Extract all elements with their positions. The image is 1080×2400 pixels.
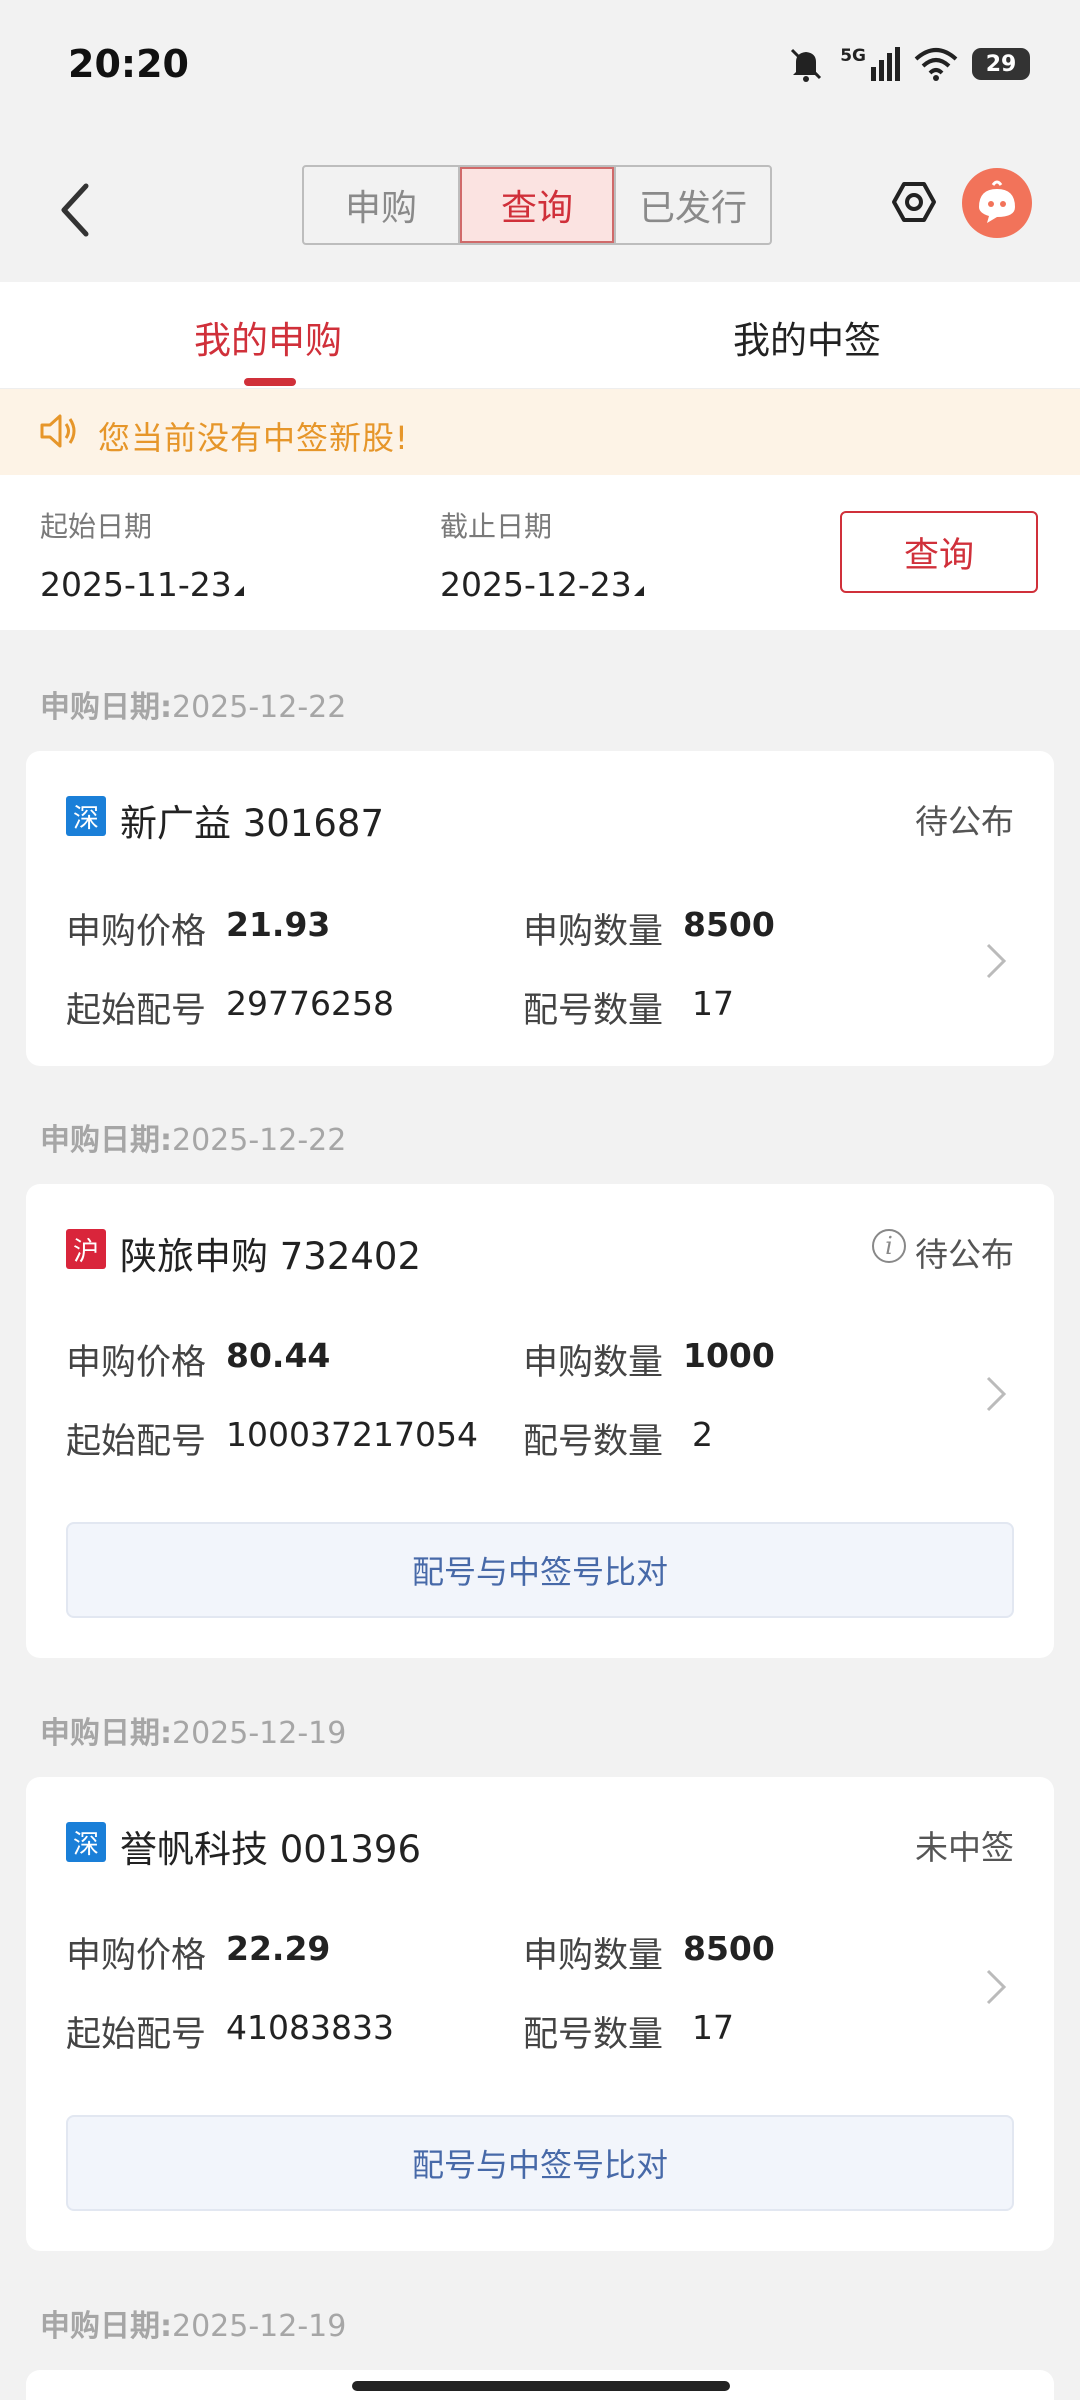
count-value: 17 — [692, 984, 734, 1023]
count-label: 配号数量 — [523, 2015, 664, 2055]
network-5g-icon: 5G — [840, 46, 866, 66]
segment-issued[interactable]: 已发行 — [616, 167, 770, 243]
mascot-icon — [979, 180, 1015, 223]
section-date-header: 申购日期:2025-12-22 — [40, 1115, 346, 1159]
chevron-right-icon[interactable] — [984, 1374, 1008, 1414]
notice-banner: 您当前没有中签新股! — [0, 389, 1080, 475]
app-header: 申购 查询 已发行 — [0, 140, 1080, 282]
start-date-value: 2025-11-23 — [40, 565, 232, 604]
price-value: 80.44 — [226, 1336, 331, 1375]
section-date-value: 2025-12-22 — [172, 690, 347, 725]
mute-bell-icon — [791, 48, 822, 82]
price-value: 22.29 — [226, 1929, 331, 1968]
qty-label: 申购数量 — [523, 912, 664, 952]
count-value: 2 — [692, 1415, 713, 1454]
start-no-value: 41083833 — [226, 2008, 394, 2047]
dropdown-corner-icon — [633, 586, 644, 596]
speaker-icon — [40, 414, 76, 448]
start-date-label: 起始日期 — [40, 510, 153, 543]
end-date-picker[interactable]: 2025-12-23 — [440, 565, 644, 604]
market-badge: 沪 — [66, 1229, 106, 1269]
subscription-card[interactable]: 深 誉帆科技 001396 未中签 申购价格 22.29 申购数量 8500 起… — [26, 1777, 1054, 2251]
chevron-right-icon[interactable] — [984, 941, 1008, 981]
status-text: 未中签 — [915, 1828, 1014, 1867]
compare-numbers-button[interactable]: 配号与中签号比对 — [66, 1522, 1014, 1618]
section-date-label: 申购日期: — [40, 1716, 172, 1751]
stock-name: 新广益 301687 — [120, 802, 385, 845]
battery-icon: 29 — [972, 48, 1030, 80]
section-date-value: 2025-12-22 — [172, 1123, 347, 1158]
end-date-value: 2025-12-23 — [440, 565, 632, 604]
section-date-label: 申购日期: — [40, 2309, 172, 2344]
tab-indicator — [244, 378, 296, 386]
section-date-header: 申购日期:2025-12-19 — [40, 2301, 346, 2345]
subscription-card[interactable]: 深 新广益 301687 待公布 申购价格 21.93 申购数量 8500 起始… — [26, 751, 1054, 1066]
subscription-card[interactable]: 沪 陕旅申购 732402 i 待公布 申购价格 80.44 申购数量 1000… — [26, 1184, 1054, 1658]
qty-value: 1000 — [683, 1336, 775, 1375]
section-date-label: 申购日期: — [40, 1123, 172, 1158]
dropdown-corner-icon — [233, 586, 244, 596]
status-text: 待公布 — [915, 1235, 1014, 1274]
count-label: 配号数量 — [523, 991, 664, 1031]
start-date-picker[interactable]: 2025-11-23 — [40, 565, 244, 604]
start-no-value: 29776258 — [226, 984, 394, 1023]
status-text: 待公布 — [915, 802, 1014, 841]
wifi-icon — [914, 48, 958, 81]
start-no-value: 100037217054 — [226, 1415, 478, 1454]
stock-name: 陕旅申购 732402 — [120, 1235, 422, 1278]
segment-query[interactable]: 查询 — [460, 167, 616, 243]
status-bar: 20:20 5G 29 — [0, 0, 1080, 140]
count-label: 配号数量 — [523, 1422, 664, 1462]
qty-label: 申购数量 — [523, 1343, 664, 1383]
qty-value: 8500 — [683, 1929, 775, 1968]
query-button[interactable]: 查询 — [840, 511, 1038, 593]
start-no-label: 起始配号 — [66, 1422, 207, 1462]
tab-my-subscription[interactable]: 我的申购 — [194, 310, 342, 364]
market-badge: 深 — [66, 1822, 106, 1862]
avatar[interactable] — [962, 168, 1032, 238]
home-indicator[interactable] — [352, 2381, 730, 2391]
tab-my-winning[interactable]: 我的中签 — [733, 310, 881, 364]
price-value: 21.93 — [226, 905, 331, 944]
compare-numbers-button[interactable]: 配号与中签号比对 — [66, 2115, 1014, 2211]
chevron-right-icon[interactable] — [984, 1967, 1008, 2007]
tab-bar: 我的申购 我的中签 — [0, 282, 1080, 389]
status-icons: 5G 29 — [786, 44, 1030, 84]
count-value: 17 — [692, 2008, 734, 2047]
section-date-value: 2025-12-19 — [172, 1716, 347, 1751]
start-no-label: 起始配号 — [66, 991, 207, 1031]
settings-icon[interactable] — [890, 178, 938, 226]
section-date-header: 申购日期:2025-12-22 — [40, 682, 346, 726]
qty-value: 8500 — [683, 905, 775, 944]
date-query-panel: 起始日期 2025-11-23 截止日期 2025-12-23 查询 — [0, 475, 1080, 630]
section-date-label: 申购日期: — [40, 690, 172, 725]
price-label: 申购价格 — [66, 1936, 207, 1976]
stock-name: 誉帆科技 001396 — [120, 1828, 422, 1871]
price-label: 申购价格 — [66, 912, 207, 952]
signal-icon — [871, 47, 900, 81]
info-icon[interactable]: i — [872, 1229, 906, 1263]
market-badge: 深 — [66, 796, 106, 836]
notice-text: 您当前没有中签新股! — [98, 419, 409, 457]
section-date-header: 申购日期:2025-12-19 — [40, 1708, 346, 1752]
status-time: 20:20 — [68, 42, 189, 86]
price-label: 申购价格 — [66, 1343, 207, 1383]
segment-subscribe[interactable]: 申购 — [304, 167, 460, 243]
qty-label: 申购数量 — [523, 1936, 664, 1976]
start-no-label: 起始配号 — [66, 2015, 207, 2055]
section-date-value: 2025-12-19 — [172, 2309, 347, 2344]
back-arrow-icon[interactable] — [56, 180, 96, 240]
segment-control: 申购 查询 已发行 — [302, 165, 772, 245]
end-date-label: 截止日期 — [440, 510, 553, 543]
